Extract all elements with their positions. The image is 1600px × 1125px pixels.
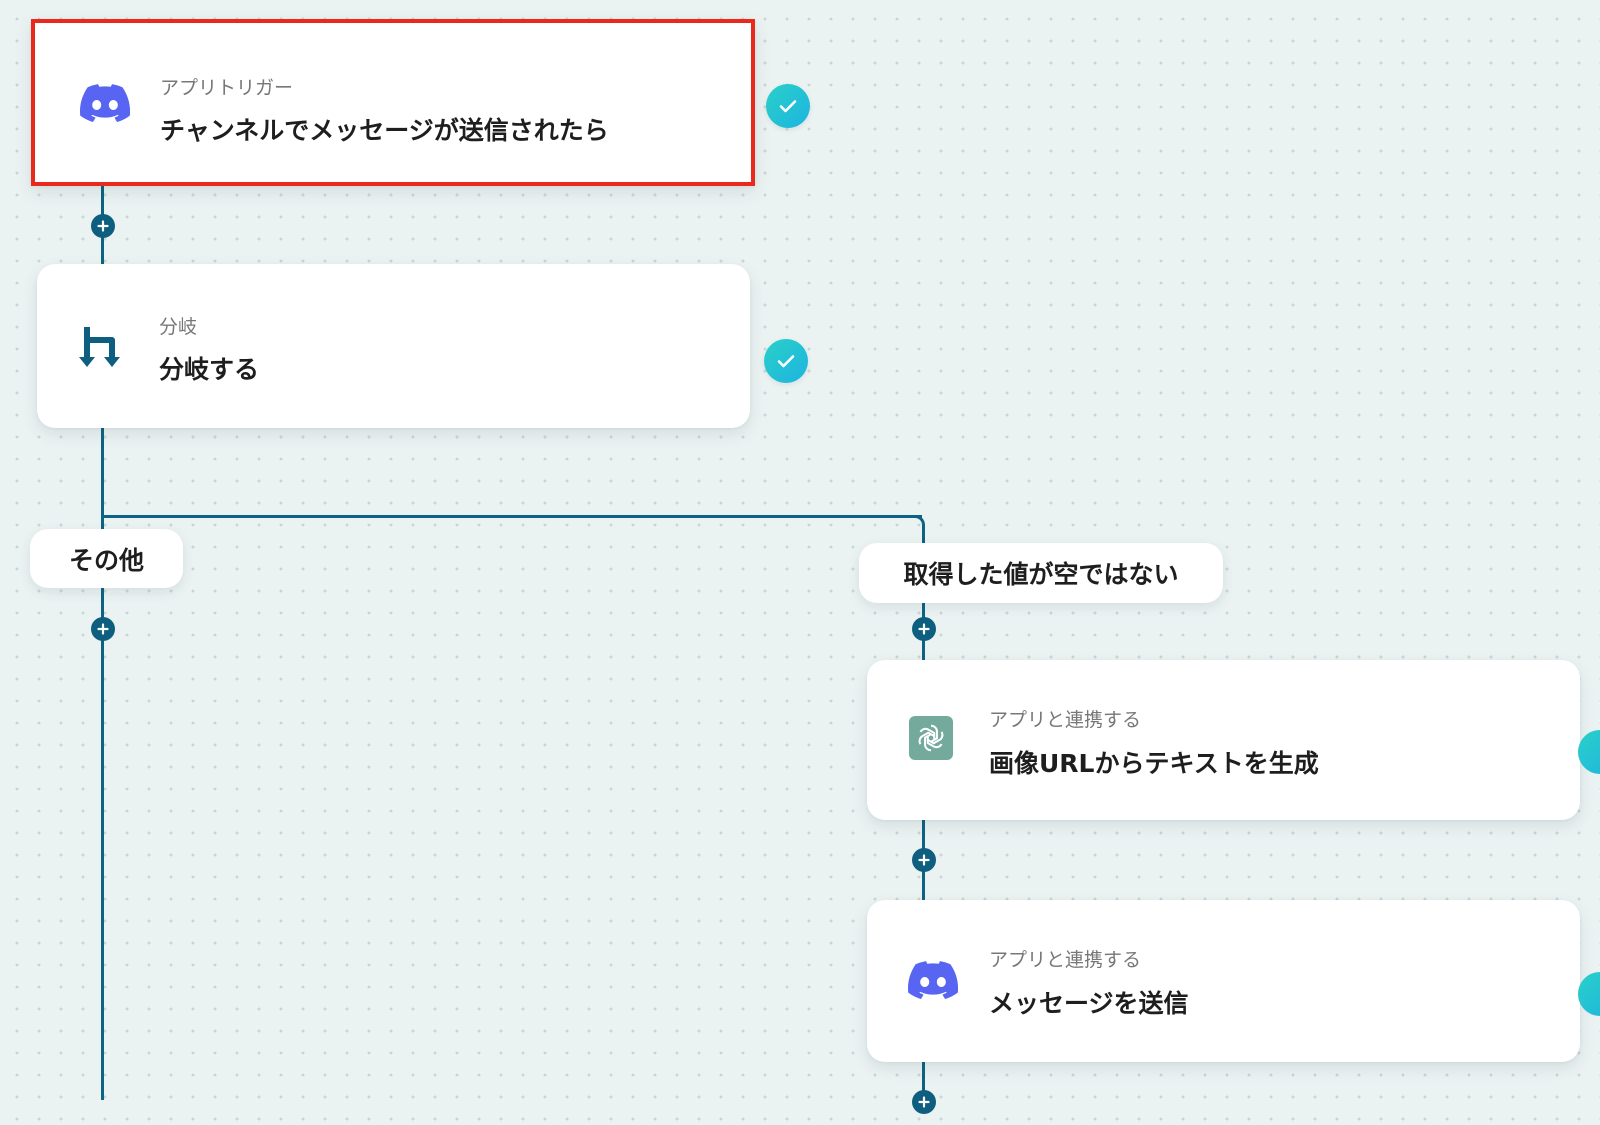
chatgpt-icon bbox=[909, 716, 953, 760]
trigger-step-card[interactable]: アプリトリガー チャンネルでメッセージが送信されたら bbox=[31, 19, 755, 186]
plus-icon bbox=[97, 220, 109, 232]
connector-line bbox=[101, 428, 104, 529]
branch-label-not-empty[interactable]: 取得した値が空ではない bbox=[859, 543, 1223, 603]
add-step-button[interactable] bbox=[912, 1090, 936, 1114]
step-title: メッセージを送信 bbox=[989, 989, 1189, 1018]
plus-icon bbox=[918, 1096, 930, 1108]
branch-step-card[interactable]: 分岐 分岐する bbox=[37, 264, 750, 428]
plus-icon bbox=[918, 623, 930, 635]
generate-text-step-card[interactable]: アプリと連携する 画像URLからテキストを生成 bbox=[867, 660, 1580, 820]
connector-corner bbox=[902, 515, 925, 543]
plus-icon bbox=[918, 854, 930, 866]
send-message-step-card[interactable]: アプリと連携する メッセージを送信 bbox=[867, 900, 1580, 1062]
step-title: 分岐する bbox=[159, 355, 260, 384]
step-completed-check-icon bbox=[764, 339, 808, 383]
branch-icon bbox=[77, 324, 127, 374]
add-step-button[interactable] bbox=[91, 214, 115, 238]
step-status-icon bbox=[1578, 730, 1600, 774]
step-type-label: アプリトリガー bbox=[160, 77, 294, 99]
discord-icon bbox=[77, 79, 133, 127]
step-completed-check-icon bbox=[766, 84, 810, 128]
step-type-label: アプリと連携する bbox=[989, 709, 1142, 731]
branch-label-other[interactable]: その他 bbox=[30, 529, 183, 588]
step-title: 画像URLからテキストを生成 bbox=[989, 749, 1319, 778]
add-step-button[interactable] bbox=[912, 617, 936, 641]
step-type-label: アプリと連携する bbox=[989, 949, 1142, 971]
discord-icon bbox=[905, 956, 961, 1004]
plus-icon bbox=[97, 623, 109, 635]
step-title: チャンネルでメッセージが送信されたら bbox=[160, 116, 609, 145]
add-step-button[interactable] bbox=[912, 848, 936, 872]
connector-line bbox=[101, 515, 922, 518]
step-status-icon bbox=[1578, 972, 1600, 1016]
add-step-button[interactable] bbox=[91, 617, 115, 641]
flow-canvas: アプリトリガー チャンネルでメッセージが送信されたら 分岐 分岐する その他 取… bbox=[0, 0, 1600, 1125]
connector-line bbox=[101, 588, 104, 1100]
step-type-label: 分岐 bbox=[159, 316, 198, 338]
